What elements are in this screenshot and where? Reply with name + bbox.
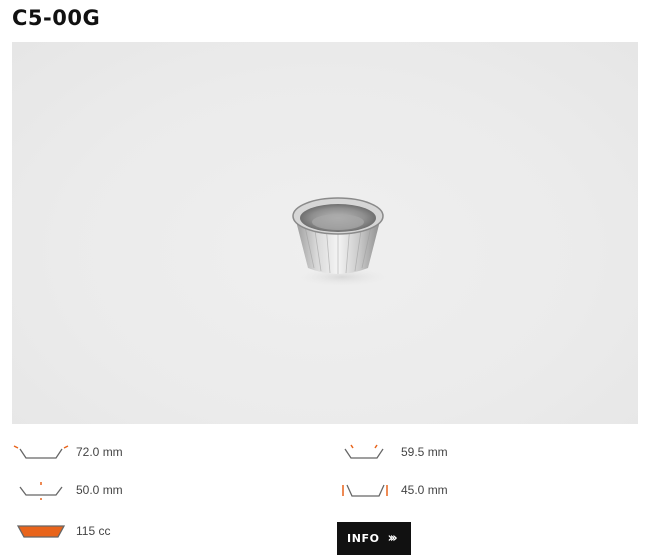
bottom-diameter-icon — [12, 479, 70, 501]
spec-bottom-diameter: 50.0 mm — [12, 479, 123, 501]
info-button-label: INFO — [347, 532, 380, 545]
spec-height: 45.0 mm — [337, 479, 448, 501]
info-button[interactable]: INFO ››› — [337, 522, 411, 555]
spec-top-diameter: 72.0 mm — [12, 441, 123, 463]
product-image — [12, 42, 638, 424]
spec-top-length: 59.5 mm — [337, 441, 448, 463]
spec-value: 45.0 mm — [401, 483, 448, 497]
aluminium-cup-image — [292, 197, 390, 287]
spec-value: 59.5 mm — [401, 445, 448, 459]
spec-value: 72.0 mm — [76, 445, 123, 459]
spec-value: 115 cc — [76, 524, 111, 538]
chevron-right-icon: ››› — [387, 531, 398, 546]
spec-value: 50.0 mm — [76, 483, 123, 497]
top-diameter-icon — [12, 441, 70, 463]
capacity-icon — [12, 520, 70, 542]
spec-capacity: 115 cc — [12, 520, 110, 542]
product-title: C5-00G — [12, 6, 101, 30]
top-length-icon — [337, 441, 395, 463]
height-icon — [337, 479, 395, 501]
